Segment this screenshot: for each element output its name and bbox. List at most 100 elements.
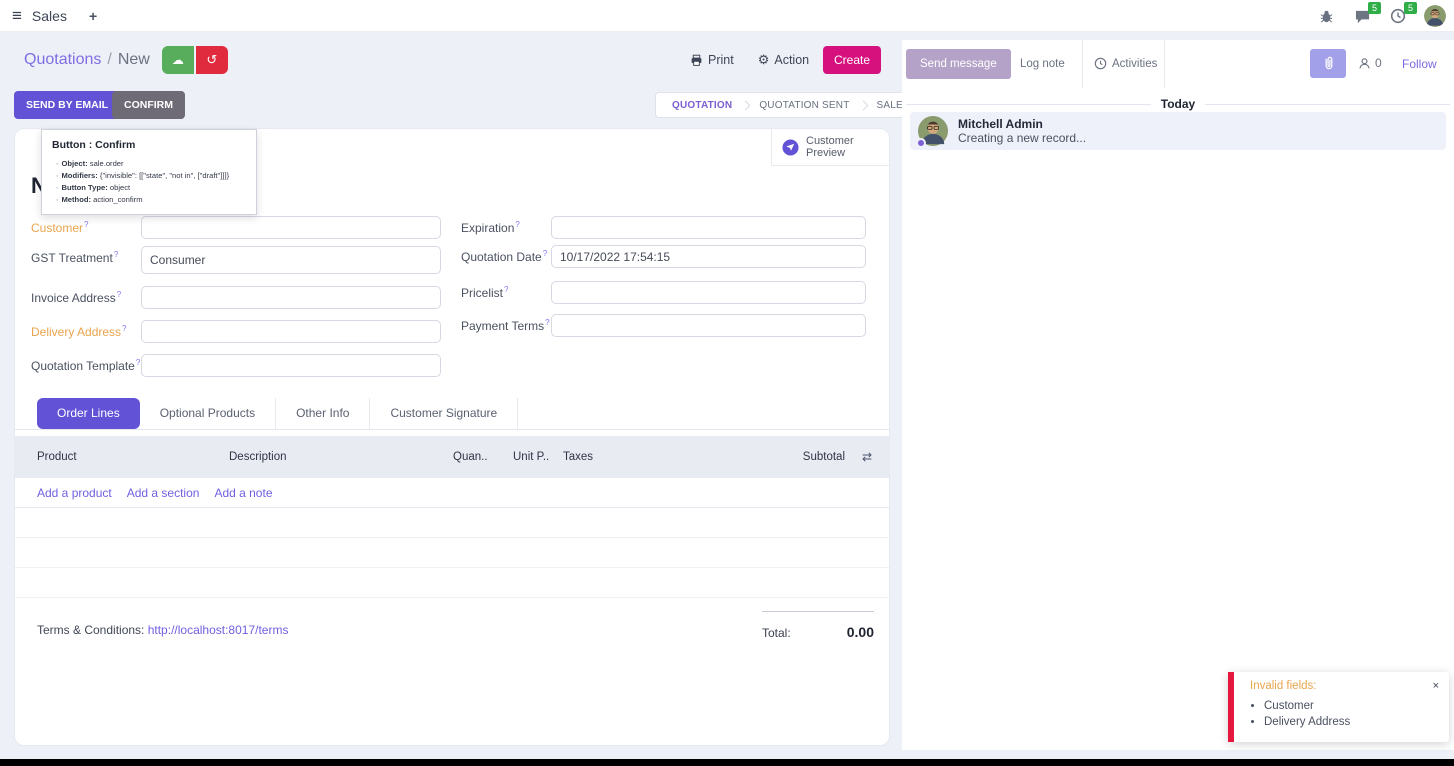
message-author-name: Mitchell Admin: [958, 117, 1086, 131]
debug-tooltip: Button : Confirm ◦Object: sale.order ◦Mo…: [41, 129, 257, 215]
breadcrumb: Quotations / New ☁ ↺: [24, 46, 228, 74]
message-author-avatar: [918, 116, 948, 146]
debug-bug-icon[interactable]: [1316, 6, 1336, 26]
breadcrumb-quotations-link[interactable]: Quotations: [24, 51, 101, 69]
delivery-address-input[interactable]: [141, 320, 441, 343]
attach-files-button[interactable]: [1310, 49, 1346, 78]
user-avatar[interactable]: [1424, 5, 1446, 27]
column-unit-price[interactable]: Unit P..: [513, 451, 563, 463]
total-label: Total:: [762, 626, 791, 640]
tooltip-row: ◦Modifiers: {"invisible": [["state", "no…: [56, 171, 246, 180]
print-menu[interactable]: Print: [690, 53, 734, 67]
tab-other-info[interactable]: Other Info: [276, 398, 370, 429]
help-icon[interactable]: ?: [122, 324, 126, 333]
column-quantity[interactable]: Quan..: [453, 451, 513, 463]
customer-input[interactable]: [141, 216, 441, 239]
follow-button[interactable]: Follow: [1402, 57, 1437, 71]
pricelist-field-label: Pricelist?: [461, 281, 551, 300]
followers-button[interactable]: 0: [1358, 56, 1382, 70]
total-value: 0.00: [847, 624, 874, 640]
optional-columns-icon[interactable]: ⇄: [845, 450, 889, 464]
date-divider-label: Today: [1161, 97, 1195, 111]
add-tab-button[interactable]: +: [89, 8, 97, 24]
field-row-payment-terms: Payment Terms?: [461, 314, 866, 337]
add-a-product-link[interactable]: Add a product: [37, 486, 112, 500]
activities-count-badge: 5: [1404, 2, 1417, 14]
quotation-template-input[interactable]: [141, 354, 441, 377]
top-navbar: ≡ Sales + 5 5: [0, 0, 1454, 32]
current-app-name[interactable]: Sales: [32, 8, 67, 24]
empty-order-line: [15, 568, 889, 598]
quotation-date-input[interactable]: [551, 245, 866, 268]
pricelist-input[interactable]: [551, 281, 866, 304]
expiration-input[interactable]: [551, 216, 866, 239]
apps-menu-icon[interactable]: ≡: [12, 6, 22, 26]
print-label: Print: [708, 53, 734, 67]
order-lines-header: Product Description Quan.. Unit P.. Taxe…: [15, 436, 889, 478]
discard-record-button[interactable]: ↺: [196, 46, 228, 74]
tooltip-key: Button Type:: [61, 183, 107, 192]
gst-treatment-field-label: GST Treatment?: [31, 246, 141, 265]
printer-icon: [690, 54, 703, 67]
help-icon[interactable]: ?: [117, 290, 121, 299]
close-icon[interactable]: ×: [1433, 680, 1439, 692]
action-menu[interactable]: ⚙ Action: [758, 52, 809, 68]
help-icon[interactable]: ?: [543, 249, 547, 258]
tooltip-value: sale.order: [90, 159, 124, 168]
person-icon: [1358, 57, 1371, 70]
chatter-message[interactable]: Mitchell Admin Creating a new record...: [910, 112, 1446, 150]
add-a-note-link[interactable]: Add a note: [214, 486, 272, 500]
date-divider: Today: [902, 97, 1454, 111]
tab-optional-products[interactable]: Optional Products: [140, 398, 276, 429]
tooltip-value: action_confirm: [93, 195, 142, 204]
column-product[interactable]: Product: [15, 451, 229, 463]
help-icon[interactable]: ?: [515, 220, 519, 229]
stage-quotation[interactable]: QUOTATION: [660, 100, 744, 111]
stage-quotation-sent[interactable]: QUOTATION SENT: [747, 100, 861, 111]
tooltip-key: Method:: [61, 195, 91, 204]
tab-customer-signature[interactable]: Customer Signature: [370, 398, 518, 429]
messages-icon[interactable]: 5: [1352, 6, 1372, 26]
message-body: Mitchell Admin Creating a new record...: [958, 117, 1086, 145]
empty-order-line: [15, 538, 889, 568]
help-icon[interactable]: ?: [136, 358, 140, 367]
log-note-button[interactable]: Log note: [1020, 58, 1065, 70]
customer-preview-label: Customer Preview: [806, 135, 879, 159]
payment-terms-input[interactable]: [551, 314, 866, 337]
create-button[interactable]: Create: [823, 46, 881, 74]
followers-count: 0: [1375, 56, 1382, 70]
terms-link[interactable]: http://localhost:8017/terms: [148, 623, 289, 637]
confirm-button[interactable]: CONFIRM: [112, 91, 185, 119]
column-description[interactable]: Description: [229, 451, 453, 463]
customer-field-label: Customer?: [31, 216, 141, 235]
cloud-save-icon: ☁: [172, 53, 184, 67]
breadcrumb-current: New: [118, 51, 150, 69]
messages-count-badge: 5: [1368, 2, 1381, 14]
odoo-screen: ≡ Sales + 5 5 Quotations / New ☁ ↺: [0, 0, 1454, 766]
activities-clock-icon[interactable]: 5: [1388, 6, 1408, 26]
tooltip-row: ◦Button Type: object: [56, 183, 246, 192]
field-row-quotation-template: Quotation Template?: [31, 354, 441, 377]
tooltip-row: ◦Object: sale.order: [56, 159, 246, 168]
tooltip-value: {"invisible": [["state", "not in", ["dra…: [100, 171, 229, 180]
help-icon[interactable]: ?: [545, 318, 549, 327]
send-by-email-button[interactable]: SEND BY EMAIL: [14, 91, 120, 119]
customer-preview-button[interactable]: Customer Preview: [771, 129, 889, 166]
help-icon[interactable]: ?: [504, 285, 508, 294]
tab-order-lines[interactable]: Order Lines: [37, 398, 140, 429]
bullet-icon: ◦: [56, 185, 58, 192]
order-lines-add-row: Add a product Add a section Add a note: [15, 478, 889, 508]
divider: [1164, 40, 1165, 88]
help-icon[interactable]: ?: [84, 220, 88, 229]
column-subtotal[interactable]: Subtotal: [713, 451, 845, 463]
invalid-fields-list: Customer Delivery Address: [1250, 698, 1437, 730]
schedule-activity-button[interactable]: Activities: [1094, 57, 1157, 70]
add-a-section-link[interactable]: Add a section: [127, 486, 200, 500]
invoice-address-input[interactable]: [141, 286, 441, 309]
send-message-button[interactable]: Send message: [906, 49, 1011, 79]
help-icon[interactable]: ?: [114, 250, 118, 259]
save-record-button[interactable]: ☁: [162, 46, 194, 74]
column-taxes[interactable]: Taxes: [563, 451, 713, 463]
gst-treatment-input[interactable]: [141, 246, 441, 274]
tooltip-row: ◦Method: action_confirm: [56, 195, 246, 204]
